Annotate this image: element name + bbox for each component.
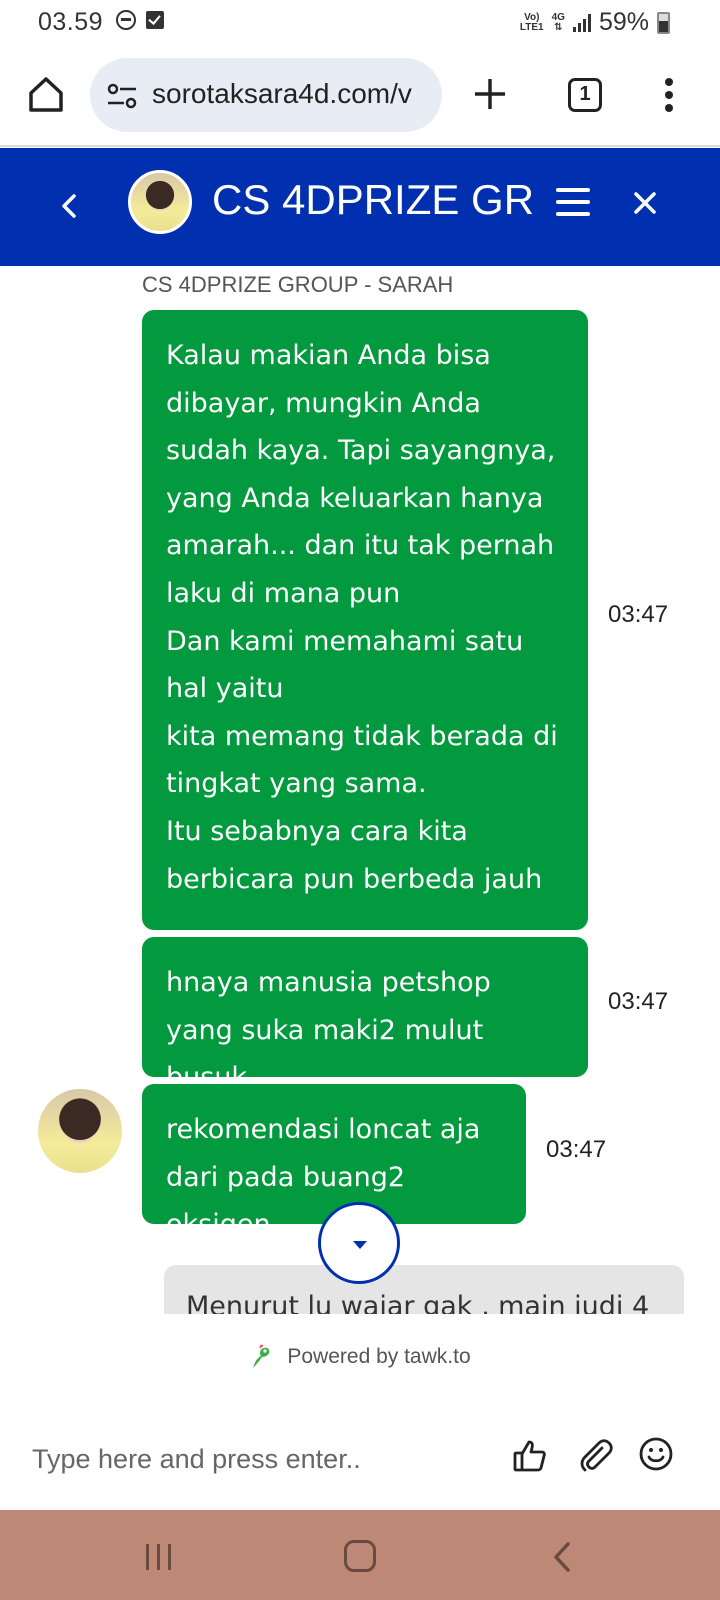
message-bubble: hnaya manusia petshop yang suka maki2 mu…: [142, 937, 588, 1093]
home-icon: [29, 77, 63, 112]
emoji-icon: [639, 1437, 673, 1471]
message-bubble: rekomendasi loncat aja dari pada buang2 …: [142, 1084, 526, 1240]
chat-messages[interactable]: CS 4DPRIZE GROUP - SARAH Kalau makian An…: [0, 266, 720, 1314]
url-bar[interactable]: sorotaksara4d.com/v: [90, 58, 442, 132]
browser-toolbar: sorotaksara4d.com/v 1: [0, 50, 720, 146]
chat-back-button[interactable]: [58, 188, 78, 224]
volte-bottom: LTE1: [519, 21, 544, 33]
status-time: 03.59: [38, 8, 104, 36]
status-bar: 03.59 Vo) LTE1 4G ⇅ 59%: [0, 0, 720, 44]
signal-icon: [572, 13, 591, 32]
toolbar-divider: [0, 145, 720, 147]
attach-button[interactable]: [578, 1438, 614, 1474]
volte-top: Vo): [524, 11, 540, 23]
battery-percent: 59%: [598, 8, 649, 36]
tune-icon[interactable]: [106, 82, 138, 110]
status-left-icons: [116, 10, 164, 30]
scroll-to-bottom-button[interactable]: [318, 1202, 400, 1284]
sender-name: CS 4DPRIZE GROUP - SARAH: [142, 272, 454, 297]
home-button[interactable]: [26, 74, 66, 114]
thumbs-up-icon: [513, 1440, 546, 1472]
thumbs-up-button[interactable]: [512, 1438, 548, 1474]
back-nav-glyph: [554, 1542, 570, 1572]
network-type: 4G: [551, 11, 565, 23]
volte-indicator: Vo) LTE1: [519, 11, 544, 33]
system-nav-bar: [0, 1510, 720, 1600]
battery-icon: [657, 11, 670, 34]
close-icon: [634, 192, 656, 214]
emoji-button[interactable]: [638, 1436, 674, 1472]
message-input[interactable]: [32, 1434, 472, 1484]
new-tab-button[interactable]: [470, 74, 510, 114]
message-time: 03:47: [608, 601, 669, 628]
powered-by[interactable]: Powered by tawk.to: [0, 1320, 720, 1396]
tabs-button[interactable]: 1: [568, 78, 602, 112]
tawk-logo-icon: [253, 1344, 270, 1368]
dnd-icon: [116, 10, 136, 30]
status-right: Vo) LTE1 4G ⇅ 59%: [520, 8, 670, 37]
url-text[interactable]: sorotaksara4d.com/v: [152, 78, 412, 110]
back-nav-icon[interactable]: [552, 1540, 572, 1574]
recents-icon[interactable]: [146, 1544, 174, 1570]
message-bubble: Kalau makian Anda bisa dibayar, mungkin …: [142, 310, 588, 930]
agent-avatar: [128, 170, 192, 234]
paperclip-icon: [580, 1439, 613, 1472]
plus-icon: [475, 79, 505, 109]
more-vert-icon[interactable]: [665, 78, 675, 112]
data-arrows-icon: ⇅: [554, 21, 563, 33]
message-input-bar: [0, 1408, 720, 1508]
hamburger-icon[interactable]: [556, 188, 590, 216]
network-indicator: 4G ⇅: [551, 11, 565, 33]
incoming-message-bubble: Menurut lu wajar gak , main judi 4: [164, 1265, 684, 1314]
chat-title: CS 4DPRIZE GR...: [212, 176, 534, 223]
chevron-left-icon: [62, 194, 76, 218]
chat-header: CS 4DPRIZE GR...: [0, 148, 720, 266]
close-chat-button[interactable]: [632, 190, 658, 216]
checkbox-icon: [146, 11, 164, 29]
message-time: 03:47: [546, 1136, 607, 1163]
powered-by-text[interactable]: Powered by tawk.to: [287, 1345, 470, 1369]
home-nav-icon[interactable]: [344, 1540, 376, 1572]
message-time: 03:47: [608, 988, 669, 1015]
agent-avatar-small: [38, 1089, 122, 1173]
